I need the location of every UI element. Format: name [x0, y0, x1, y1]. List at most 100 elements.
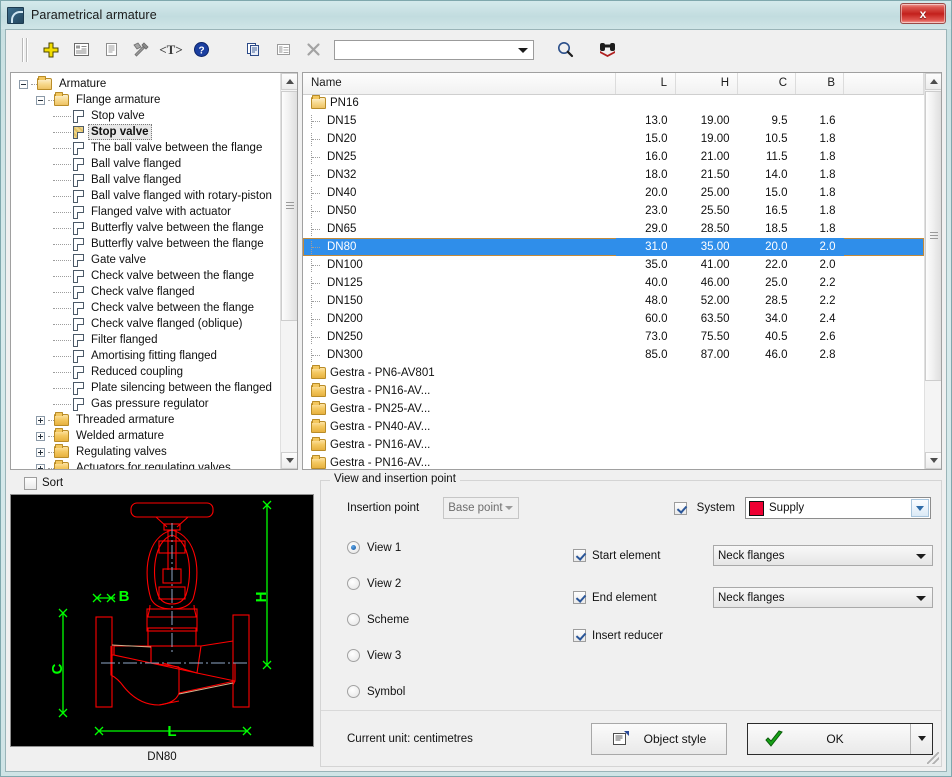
table-row[interactable]: DN8031.035.0020.02.0: [303, 238, 924, 256]
scroll-down-icon[interactable]: [925, 452, 942, 469]
object-style-button[interactable]: Object style: [591, 723, 727, 755]
expand-icon[interactable]: [36, 464, 45, 470]
table-scrollbar[interactable]: [924, 73, 941, 469]
collapse-icon[interactable]: [36, 96, 45, 105]
tree-item[interactable]: Stop valve: [15, 124, 280, 140]
table-row[interactable]: DN5023.025.5016.51.8: [303, 202, 924, 220]
table-row[interactable]: DN10035.041.0022.02.0: [303, 256, 924, 274]
delete-icon[interactable]: [298, 36, 328, 64]
tree-item[interactable]: Ball valve flanged: [15, 172, 280, 188]
column-header-c[interactable]: C: [738, 73, 796, 94]
tree-item[interactable]: Armature: [15, 76, 280, 92]
view-option-3[interactable]: Scheme: [347, 613, 573, 626]
start-element-select[interactable]: Neck flanges: [713, 545, 933, 566]
tree-item[interactable]: Flange armature: [15, 92, 280, 108]
tree-item[interactable]: Ball valve flanged: [15, 156, 280, 172]
tree-scrollbar[interactable]: [280, 73, 297, 469]
table-row[interactable]: Gestra - PN6-AV801: [303, 364, 924, 382]
tree-item[interactable]: Gate valve: [15, 252, 280, 268]
expand-icon[interactable]: [36, 448, 45, 457]
text-icon[interactable]: <T>: [156, 36, 186, 64]
resize-grip[interactable]: [927, 752, 939, 764]
radio-icon[interactable]: [347, 577, 360, 590]
table-body[interactable]: PN16DN1513.019.009.51.6DN2015.019.0010.5…: [303, 94, 924, 469]
toolbar-grip[interactable]: [20, 38, 30, 62]
scroll-down-icon[interactable]: [281, 452, 298, 469]
system-select[interactable]: Supply: [745, 497, 931, 519]
tree-item[interactable]: Check valve flanged: [15, 284, 280, 300]
tree-item[interactable]: Check valve between the flange: [15, 268, 280, 284]
table-row[interactable]: DN4020.025.0015.01.8: [303, 184, 924, 202]
tree-item[interactable]: Welded armature: [15, 428, 280, 444]
tree-scroll-thumb[interactable]: [281, 91, 298, 321]
collapse-icon[interactable]: [19, 80, 28, 89]
table-row[interactable]: Gestra - PN16-AV...: [303, 436, 924, 454]
insert-reducer-checkbox[interactable]: [573, 629, 586, 642]
expand-icon[interactable]: [36, 416, 45, 425]
table-row[interactable]: Gestra - PN16-AV...: [303, 454, 924, 469]
tools-icon[interactable]: [126, 36, 156, 64]
category-tree[interactable]: ArmatureFlange armatureStop valveStop va…: [11, 73, 280, 469]
table-row[interactable]: Gestra - PN40-AV...: [303, 418, 924, 436]
view-option-1[interactable]: View 1: [347, 541, 573, 554]
table-row[interactable]: DN15048.052.0028.52.2: [303, 292, 924, 310]
copy-icon[interactable]: [238, 36, 268, 64]
close-icon[interactable]: x: [900, 3, 946, 24]
radio-icon[interactable]: [347, 613, 360, 626]
table-row[interactable]: DN30085.087.0046.02.8: [303, 346, 924, 364]
column-header-l[interactable]: L: [616, 73, 676, 94]
tree-item[interactable]: Actuators for regulating valves: [15, 460, 280, 469]
help-icon[interactable]: ?: [186, 36, 216, 64]
end-element-select[interactable]: Neck flanges: [713, 587, 933, 608]
tree-item[interactable]: Threaded armature: [15, 412, 280, 428]
scroll-up-icon[interactable]: [925, 73, 942, 90]
table-row[interactable]: DN2516.021.0011.51.8: [303, 148, 924, 166]
start-element-checkbox[interactable]: [573, 549, 586, 562]
ok-dropdown-arrow[interactable]: [910, 724, 932, 754]
table-scroll-thumb[interactable]: [925, 91, 942, 381]
radio-icon[interactable]: [347, 541, 360, 554]
table-row[interactable]: Gestra - PN16-AV...: [303, 382, 924, 400]
tree-item[interactable]: Stop valve: [15, 108, 280, 124]
chevron-down-icon[interactable]: [518, 48, 528, 53]
radio-icon[interactable]: [347, 685, 360, 698]
insertion-point-select[interactable]: Base point: [443, 497, 519, 519]
ok-button[interactable]: OK: [747, 723, 933, 755]
add-icon[interactable]: [36, 36, 66, 64]
sort-checkbox-row[interactable]: Sort: [10, 472, 314, 494]
tree-item[interactable]: Ball valve flanged with rotary-piston: [15, 188, 280, 204]
search-input[interactable]: [334, 40, 534, 60]
table-row[interactable]: DN20060.063.5034.02.4: [303, 310, 924, 328]
table-icon[interactable]: [268, 36, 298, 64]
table-row[interactable]: DN1513.019.009.51.6: [303, 112, 924, 130]
scroll-up-icon[interactable]: [281, 73, 298, 90]
column-header-h[interactable]: H: [676, 73, 738, 94]
table-row[interactable]: DN6529.028.5018.51.8: [303, 220, 924, 238]
tree-item[interactable]: Reduced coupling: [15, 364, 280, 380]
chevron-down-icon[interactable]: [911, 499, 929, 517]
tree-item[interactable]: The ball valve between the flange: [15, 140, 280, 156]
expand-icon[interactable]: [36, 432, 45, 441]
tree-item[interactable]: Plate silencing between the flanged: [15, 380, 280, 396]
properties-icon[interactable]: [66, 36, 96, 64]
sort-checkbox[interactable]: [24, 477, 37, 490]
system-checkbox[interactable]: [674, 502, 687, 515]
table-row[interactable]: DN12540.046.0025.02.2: [303, 274, 924, 292]
table-row[interactable]: DN2015.019.0010.51.8: [303, 130, 924, 148]
tree-item[interactable]: Check valve flanged (oblique): [15, 316, 280, 332]
tree-item[interactable]: Amortising fitting flanged: [15, 348, 280, 364]
magnifier-icon[interactable]: [550, 36, 580, 64]
document-icon[interactable]: [96, 36, 126, 64]
tree-item[interactable]: Filter flanged: [15, 332, 280, 348]
table-row[interactable]: DN25073.075.5040.52.6: [303, 328, 924, 346]
view-option-4[interactable]: View 3: [347, 649, 573, 662]
binoculars-icon[interactable]: [592, 36, 622, 64]
tree-item[interactable]: Butterfly valve between the flange: [15, 220, 280, 236]
tree-item[interactable]: Gas pressure regulator: [15, 396, 280, 412]
view-radio-group[interactable]: View 1View 2SchemeView 3Symbol: [347, 541, 573, 698]
tree-item[interactable]: Butterfly valve between the flange: [15, 236, 280, 252]
tree-item[interactable]: Flanged valve with actuator: [15, 204, 280, 220]
end-element-checkbox[interactable]: [573, 591, 586, 604]
view-option-2[interactable]: View 2: [347, 577, 573, 590]
radio-icon[interactable]: [347, 649, 360, 662]
